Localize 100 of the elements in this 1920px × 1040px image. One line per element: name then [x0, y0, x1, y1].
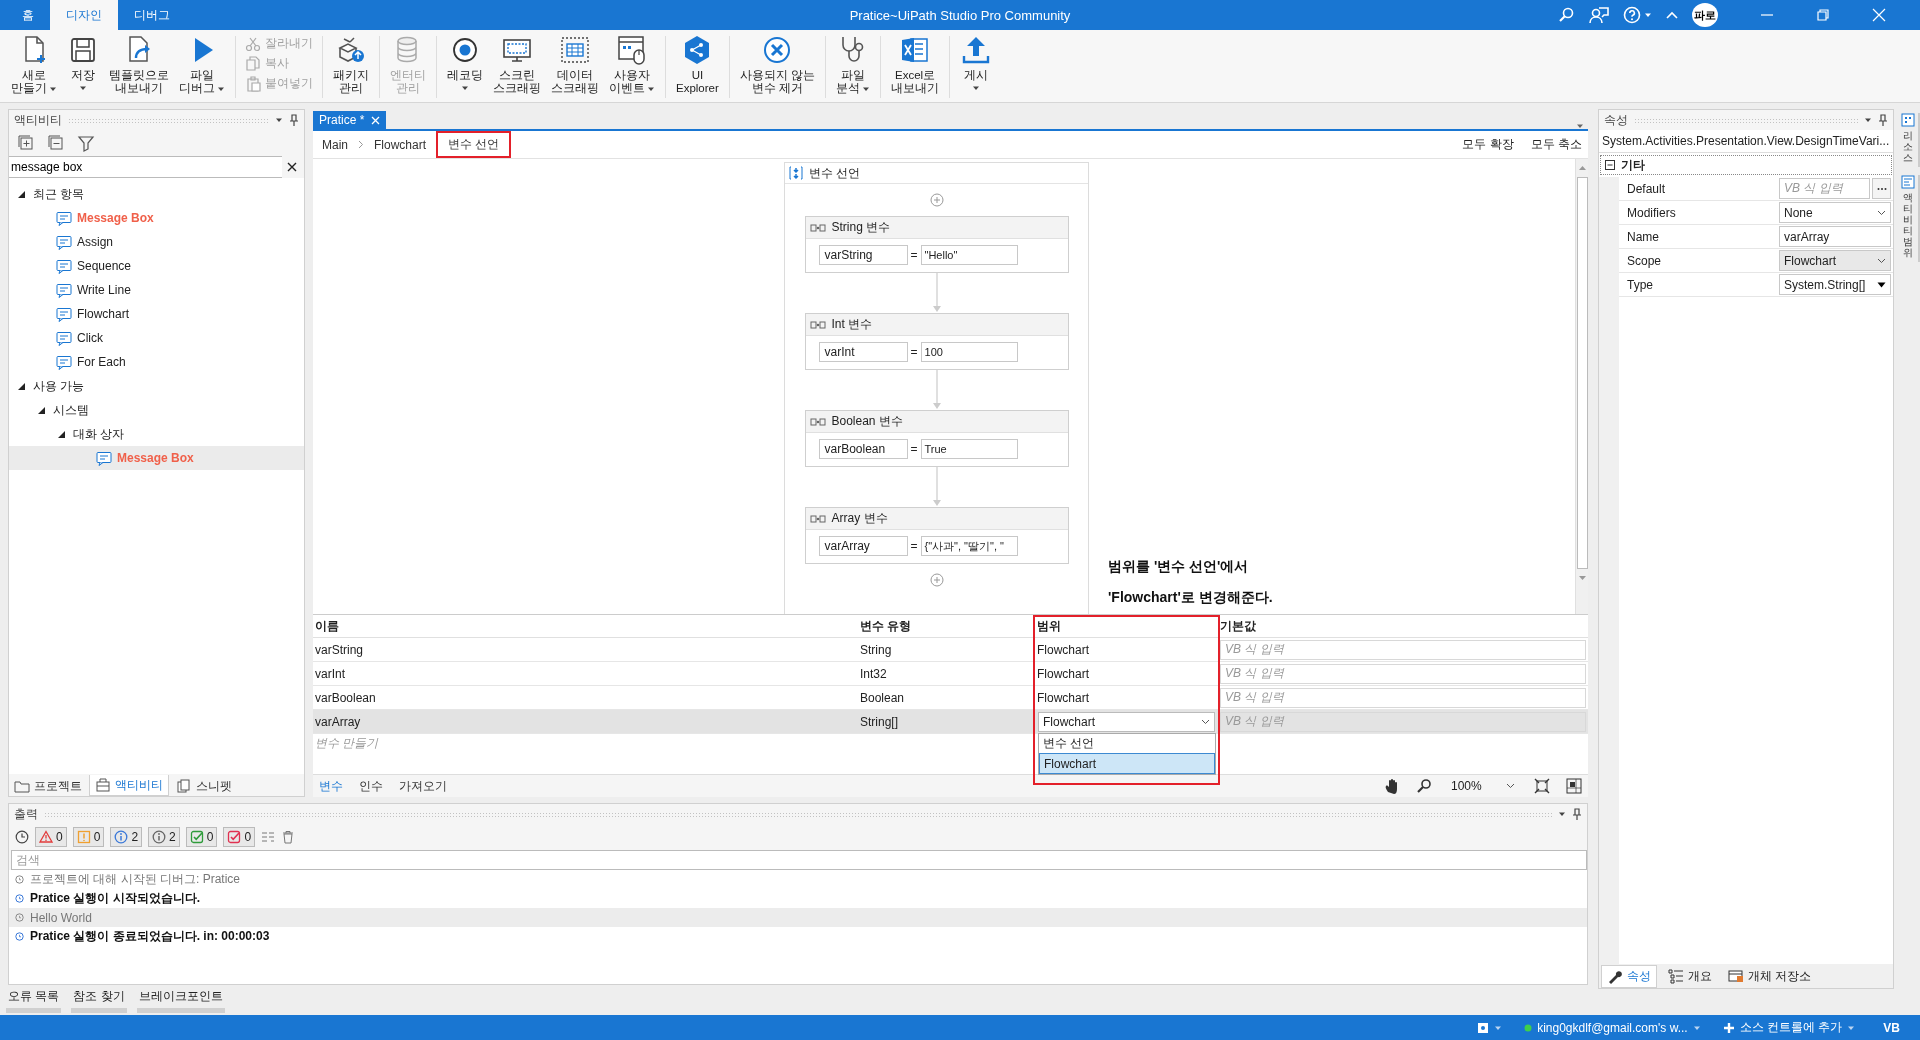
log-filter-button[interactable]: 0	[223, 827, 256, 847]
column-header[interactable]: 이름	[313, 615, 858, 638]
caret-icon[interactable]	[972, 85, 981, 91]
ribbon-button[interactable]: UI Explorer	[671, 34, 724, 95]
assign-activity[interactable]: String 변수 varString = "Hello"	[804, 216, 1069, 273]
log-filter-button[interactable]: 0	[72, 827, 105, 847]
log-entry[interactable]: Pratice 실행이 시작되었습니다.	[9, 889, 1587, 908]
ribbon-button[interactable]: 사용되지 않는 변수 제거	[734, 34, 821, 95]
property-dropdown[interactable]: None	[1779, 202, 1891, 223]
caret-icon[interactable]	[49, 85, 57, 92]
scroll-thumb[interactable]	[1576, 177, 1588, 569]
collapse-ribbon-icon[interactable]	[1666, 10, 1678, 20]
help-icon[interactable]	[1623, 6, 1641, 24]
value-field[interactable]: "Hello"	[920, 245, 1018, 265]
caret-icon[interactable]	[217, 85, 225, 92]
tree-item[interactable]: 최근 항목	[9, 182, 304, 206]
log-entry[interactable]: Hello World	[9, 908, 1587, 927]
panel-tab[interactable]: 개요	[1663, 965, 1717, 987]
zoom-icon[interactable]	[1416, 778, 1432, 794]
log-filter-button[interactable]: 2	[148, 827, 180, 847]
feedback-icon[interactable]	[1589, 6, 1609, 24]
tree-item[interactable]: 사용 가능	[9, 374, 304, 398]
ribbon-button[interactable]: 게시	[955, 34, 998, 91]
dropdown-option[interactable]: Flowchart	[1039, 753, 1215, 774]
variable-field[interactable]: varBoolean	[818, 439, 908, 459]
search-icon[interactable]	[1557, 6, 1575, 24]
overview-icon[interactable]	[1566, 778, 1582, 794]
sequence-container[interactable]: 변수 선언 String 변수 varString = "Hello" Int 변수 varInt = 100 Boolean 변수 varBoolean = True Array 변수 varArray = {"사과", "딸기", "	[784, 162, 1089, 614]
panel-tab[interactable]: 변수	[319, 777, 343, 795]
breadcrumb-link[interactable]: Flowchart	[371, 134, 430, 155]
account-avatar[interactable]: 파로	[1692, 3, 1718, 27]
ribbon-button[interactable]: 파일 디버그	[174, 34, 230, 95]
column-header[interactable]: 변수 유형	[858, 615, 1035, 638]
expand-arrow-icon[interactable]	[57, 429, 66, 439]
panel-tab[interactable]: 프로젝트	[9, 776, 87, 796]
caret-icon[interactable]	[461, 85, 469, 91]
panel-tab[interactable]: 액티비티	[89, 775, 169, 796]
ribbon-button[interactable]: 템플릿으로 내보내기	[104, 34, 174, 95]
panel-tab[interactable]: 속성	[1601, 964, 1657, 988]
assign-activity[interactable]: Array 변수 varArray = {"사과", "딸기", "	[804, 507, 1069, 564]
tree-item[interactable]: 시스템	[9, 398, 304, 422]
ribbon-button[interactable]: 사용자 이벤트	[604, 34, 660, 95]
expand-arrow-icon[interactable]	[37, 405, 46, 415]
document-tab[interactable]: Pratice *	[313, 111, 387, 129]
ribbon-button[interactable]: 데이터 스크래핑	[546, 34, 604, 95]
log-entry[interactable]: 프로젝트에 대해 시작된 디버그: Pratice	[9, 870, 1587, 889]
search-field[interactable]: 검색	[11, 850, 1587, 870]
ribbon-button[interactable]: 새로 만들기	[6, 34, 62, 95]
ribbon-button[interactable]: 패키지 관리	[328, 34, 374, 95]
type-dropdown[interactable]: System.String[]	[1779, 274, 1891, 295]
caret-icon[interactable]	[1877, 281, 1886, 288]
chevron-down-icon[interactable]	[1877, 257, 1886, 264]
collapse-all-icon[interactable]	[47, 134, 65, 152]
property-dropdown[interactable]: Flowchart	[1779, 250, 1891, 271]
collapse-box-icon[interactable]	[1605, 160, 1615, 170]
ribbon-tab[interactable]: 디자인	[50, 0, 118, 30]
hand-icon[interactable]	[1384, 778, 1400, 794]
tree-item[interactable]: For Each	[9, 350, 304, 374]
caret-icon[interactable]	[79, 85, 87, 91]
tree-item[interactable]: Click	[9, 326, 304, 350]
clock-icon[interactable]	[15, 830, 29, 844]
side-tab[interactable]: 리소스	[1898, 113, 1920, 167]
column-header[interactable]: 기본값	[1218, 615, 1588, 638]
variable-field[interactable]: varArray	[818, 536, 908, 556]
panel-menu-icon[interactable]	[1558, 811, 1566, 817]
pin-icon[interactable]	[1572, 808, 1582, 820]
pin-icon[interactable]	[1878, 114, 1888, 126]
panel-tab[interactable]: 인수	[359, 777, 383, 795]
expand-arrow-icon[interactable]	[17, 189, 26, 199]
log-filter-button[interactable]: 0	[185, 827, 218, 847]
expand-arrow-icon[interactable]	[17, 381, 26, 391]
scrollbar[interactable]	[1575, 159, 1588, 614]
side-tab[interactable]: 액티비티 범위	[1898, 175, 1920, 262]
filter-icon[interactable]	[77, 134, 95, 152]
tree-item[interactable]: Write Line	[9, 278, 304, 302]
ribbon-button[interactable]: 파일 분석	[831, 34, 876, 95]
ribbon-button[interactable]: 저장	[62, 34, 104, 91]
panel-menu-icon[interactable]	[275, 117, 283, 123]
assign-activity[interactable]: Boolean 변수 varBoolean = True	[804, 410, 1069, 467]
scope-dropdown[interactable]: Flowchart	[1038, 711, 1215, 732]
account-status[interactable]: king0gkdlf@gmail.com's w...	[1524, 1020, 1701, 1035]
variable-field[interactable]: varString	[818, 245, 908, 265]
tab-list-icon[interactable]	[1576, 123, 1584, 129]
panel-menu-icon[interactable]	[1864, 117, 1872, 123]
close-icon[interactable]	[1872, 8, 1886, 22]
value-field[interactable]: 100	[920, 342, 1018, 362]
property-category[interactable]: 기타	[1600, 155, 1892, 175]
dropdown-option[interactable]: 변수 선언	[1039, 734, 1215, 753]
notification-button[interactable]	[1477, 1021, 1503, 1034]
chevron-down-icon[interactable]	[1877, 209, 1886, 216]
breadcrumb-link[interactable]: 변수 선언	[436, 131, 512, 158]
value-field[interactable]: True	[920, 439, 1018, 459]
tree-item[interactable]: Flowchart	[9, 302, 304, 326]
tree-item[interactable]: 대화 상자	[9, 422, 304, 446]
caret-icon[interactable]	[862, 85, 871, 92]
log-filter-button[interactable]: 2	[110, 827, 143, 847]
restore-icon[interactable]	[1816, 8, 1830, 22]
caret-icon[interactable]	[647, 85, 655, 92]
fit-screen-icon[interactable]	[1534, 778, 1550, 794]
tree-item[interactable]: Sequence	[9, 254, 304, 278]
